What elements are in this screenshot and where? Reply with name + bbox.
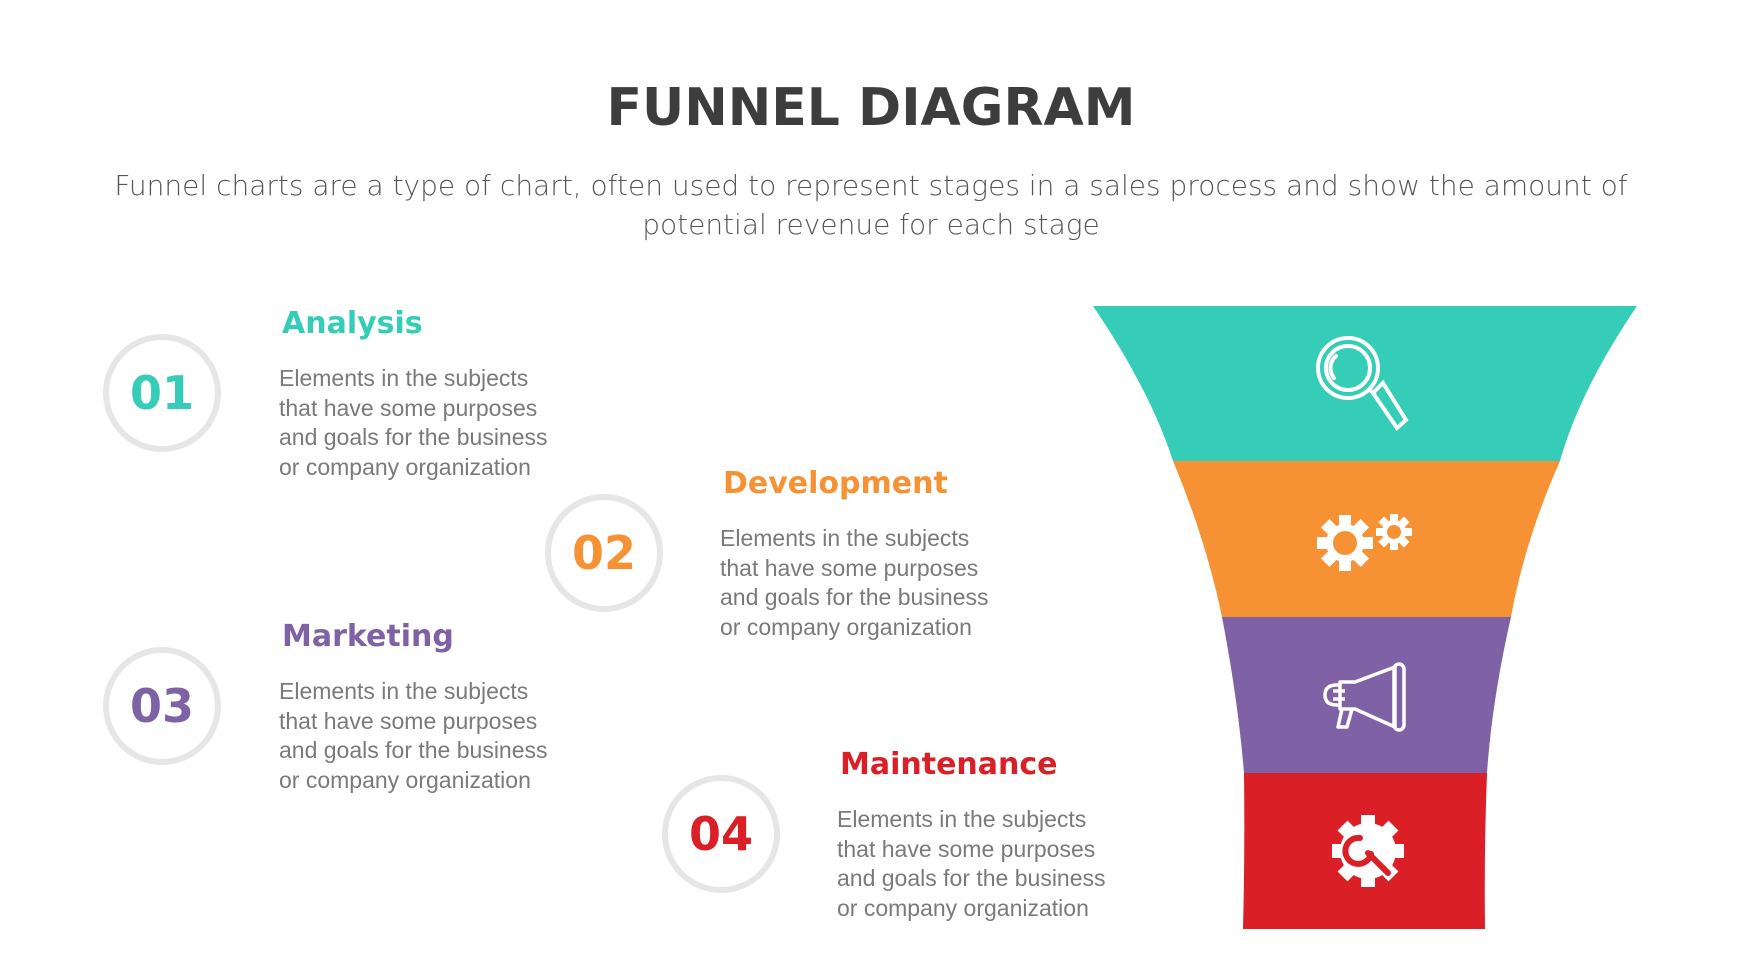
gear-wrench-icon — [1332, 815, 1404, 887]
funnel-segment-marketing — [1222, 617, 1511, 773]
funnel-graphic — [1093, 306, 1637, 929]
